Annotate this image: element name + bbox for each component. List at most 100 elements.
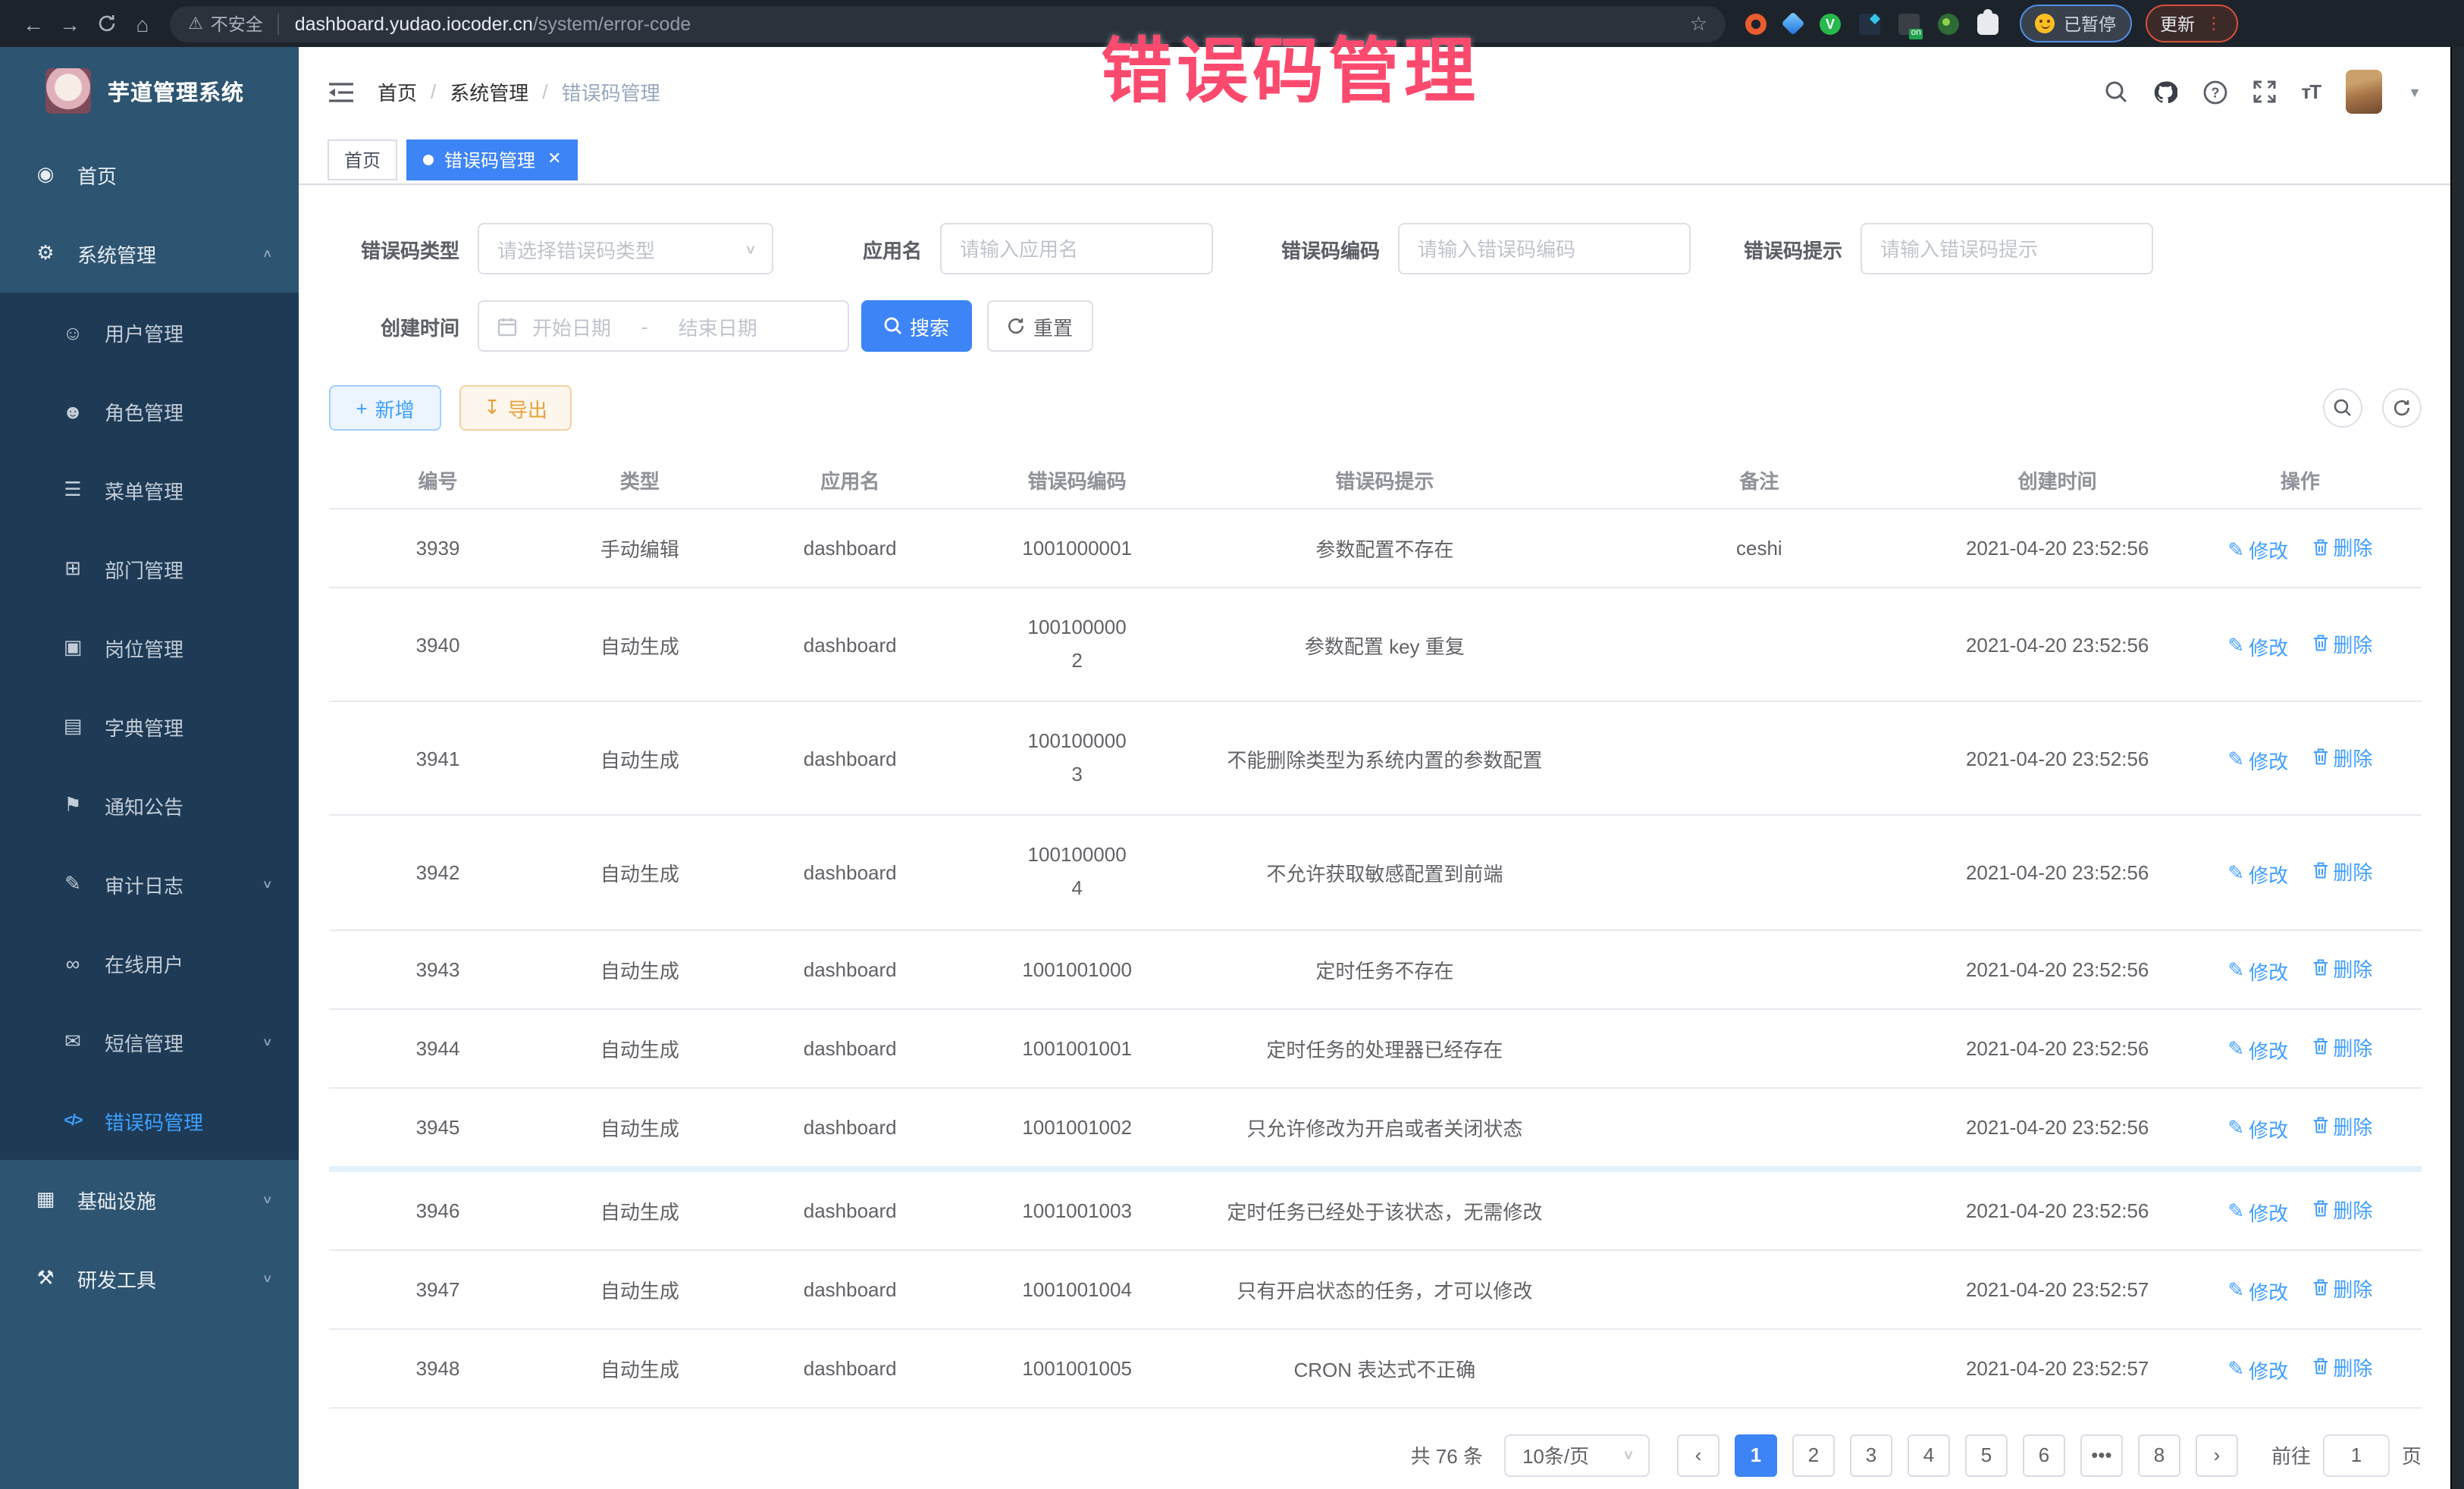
url-host[interactable]: dashboard.yudao.iocoder.cn (295, 13, 533, 34)
sidebar-item[interactable]: </> 错误码管理 (0, 1081, 299, 1160)
cell-hint: 定时任务不存在 (1187, 929, 1583, 1008)
svg-text:?: ? (2211, 84, 2219, 99)
browser-forward-icon[interactable]: → (52, 11, 88, 36)
reset-button[interactable]: 重置 (987, 300, 1093, 352)
sidebar-logo-row[interactable]: 芋道管理系统 (0, 47, 299, 135)
scrollbar[interactable] (2450, 47, 2464, 1489)
edit-link[interactable]: ✎修改 (2227, 1035, 2288, 1064)
page-button[interactable]: 8 (2138, 1434, 2180, 1476)
sidebar-item[interactable]: ▣ 岗位管理 (0, 608, 299, 687)
puzzle-extension-icon[interactable] (1977, 13, 1998, 34)
sidebar-item[interactable]: ⚙ 系统管理 ∧ (0, 214, 299, 293)
table-row: 3942 自动生成 dashboard 1001000004 不允许获取敏感配置… (329, 816, 2422, 929)
breadcrumb-current: 错误码管理 (562, 77, 660, 106)
sidebar-item[interactable]: ☰ 菜单管理 (0, 450, 299, 529)
delete-link[interactable]: 删除 (2312, 953, 2372, 982)
sidebar-item[interactable]: ⚒ 研发工具 ∨ (0, 1239, 299, 1318)
orange-ring-extension-icon[interactable] (1745, 13, 1766, 34)
column-header: 编号 (329, 450, 547, 509)
app-name-input[interactable] (940, 223, 1213, 274)
green-v-extension-icon[interactable]: V (1820, 13, 1841, 34)
grid-extension-icon[interactable] (1859, 13, 1880, 34)
show-search-toggle-button[interactable] (2323, 388, 2362, 428)
delete-link[interactable]: 删除 (2312, 1352, 2372, 1381)
security-label[interactable]: 不安全 (211, 11, 263, 36)
sidebar-item[interactable]: ⊞ 部门管理 (0, 529, 299, 608)
delete-link[interactable]: 删除 (2312, 1032, 2372, 1061)
url-path[interactable]: /system/error-code (533, 13, 691, 34)
delete-link[interactable]: 删除 (2312, 1273, 2372, 1302)
delete-link[interactable]: 删除 (2312, 743, 2372, 772)
edit-link[interactable]: ✎修改 (2227, 535, 2288, 564)
delete-link[interactable]: 删除 (2312, 629, 2372, 657)
error-code-input[interactable] (1398, 223, 1691, 274)
tab[interactable]: 错误码管理 ✕ (406, 139, 578, 180)
blue-gem-extension-icon[interactable] (1781, 11, 1804, 35)
kebab-menu-icon[interactable]: ⋮ (2205, 14, 2222, 33)
on-badge-extension-icon[interactable] (1898, 13, 1920, 34)
font-size-icon[interactable]: ᴛT (2302, 80, 2321, 103)
edit-link[interactable]: ✎修改 (2227, 860, 2288, 889)
edit-link[interactable]: ✎修改 (2227, 956, 2288, 985)
goto-suffix: 页 (2402, 1440, 2422, 1469)
add-button[interactable]: + 新增 (329, 385, 441, 431)
refresh-table-button[interactable] (2382, 388, 2422, 428)
prev-page-button[interactable]: ‹ (1677, 1434, 1719, 1476)
more-pages-button[interactable]: ••• (2080, 1434, 2123, 1476)
goto-page-input[interactable] (2323, 1434, 2390, 1476)
error-type-select[interactable]: 请选择错误码类型 ∨ (478, 223, 773, 274)
sidebar-fold-icon[interactable] (329, 81, 353, 102)
browser-reload-icon[interactable] (88, 14, 124, 33)
sidebar-item[interactable]: ∞ 在线用户 (0, 923, 299, 1002)
browser-update-button[interactable]: 更新 ⋮ (2145, 5, 2237, 42)
page-button[interactable]: 3 (1850, 1434, 1892, 1476)
chevron-down-icon[interactable]: ▼ (2408, 84, 2422, 99)
sidebar-item[interactable]: ⚑ 通知公告 (0, 766, 299, 845)
page-button[interactable]: 6 (2023, 1434, 2065, 1476)
edit-link[interactable]: ✎修改 (2227, 1114, 2288, 1143)
edit-link[interactable]: ✎修改 (2227, 632, 2288, 660)
address-bar[interactable]: ⚠ 不安全 dashboard.yudao.iocoder.cn/system/… (170, 5, 1726, 42)
help-icon[interactable]: ? (2203, 80, 2227, 104)
page-button[interactable]: 1 (1735, 1434, 1777, 1476)
tab[interactable]: 首页 (328, 139, 397, 180)
green-key-extension-icon[interactable] (1938, 13, 1959, 34)
edit-link[interactable]: ✎修改 (2227, 746, 2288, 775)
delete-link[interactable]: 删除 (2312, 532, 2372, 561)
search-button[interactable]: 搜索 (861, 300, 972, 352)
delete-link[interactable]: 删除 (2312, 857, 2372, 886)
sidebar-item[interactable]: ▦ 基础设施 ∨ (0, 1160, 299, 1239)
end-date-placeholder[interactable]: 结束日期 (679, 312, 757, 340)
breadcrumb-home[interactable]: 首页 (378, 77, 417, 106)
page-button[interactable]: 5 (1965, 1434, 2008, 1476)
sidebar-item[interactable]: ☻ 角色管理 (0, 371, 299, 450)
next-page-button[interactable]: › (2196, 1434, 2238, 1476)
bookmark-star-icon[interactable]: ☆ (1690, 11, 1707, 36)
edit-link[interactable]: ✎修改 (2227, 1276, 2288, 1305)
fullscreen-icon[interactable] (2253, 80, 2276, 103)
page-size-select[interactable]: 10条/页 ∨ (1504, 1434, 1650, 1476)
error-hint-input[interactable] (1861, 223, 2153, 274)
sidebar-item[interactable]: ✉ 短信管理 ∨ (0, 1002, 299, 1081)
start-date-placeholder[interactable]: 开始日期 (532, 312, 611, 340)
delete-link[interactable]: 删除 (2312, 1194, 2372, 1223)
search-icon[interactable] (2105, 80, 2127, 103)
edit-link[interactable]: ✎修改 (2227, 1197, 2288, 1226)
browser-home-icon[interactable]: ⌂ (124, 11, 161, 36)
sidebar-item[interactable]: ☺ 用户管理 (0, 293, 299, 371)
paused-badge[interactable]: 已暂停 (2020, 5, 2131, 42)
close-icon[interactable]: ✕ (547, 152, 561, 168)
date-range-picker[interactable]: 开始日期 - 结束日期 (478, 300, 849, 352)
export-button[interactable]: ↧ 导出 (459, 385, 572, 431)
edit-link[interactable]: ✎修改 (2227, 1355, 2288, 1384)
sidebar-item[interactable]: ▤ 字典管理 (0, 687, 299, 766)
sidebar-item[interactable]: ◉ 首页 (0, 135, 299, 214)
page-button[interactable]: 4 (1908, 1434, 1950, 1476)
page-button[interactable]: 2 (1792, 1434, 1835, 1476)
delete-link[interactable]: 删除 (2312, 1111, 2372, 1139)
browser-back-icon[interactable]: ← (15, 11, 52, 36)
breadcrumb-system[interactable]: 系统管理 (450, 77, 528, 106)
user-avatar[interactable] (2346, 70, 2382, 114)
sidebar-item[interactable]: ✎ 审计日志 ∨ (0, 845, 299, 923)
github-icon[interactable] (2153, 80, 2177, 104)
